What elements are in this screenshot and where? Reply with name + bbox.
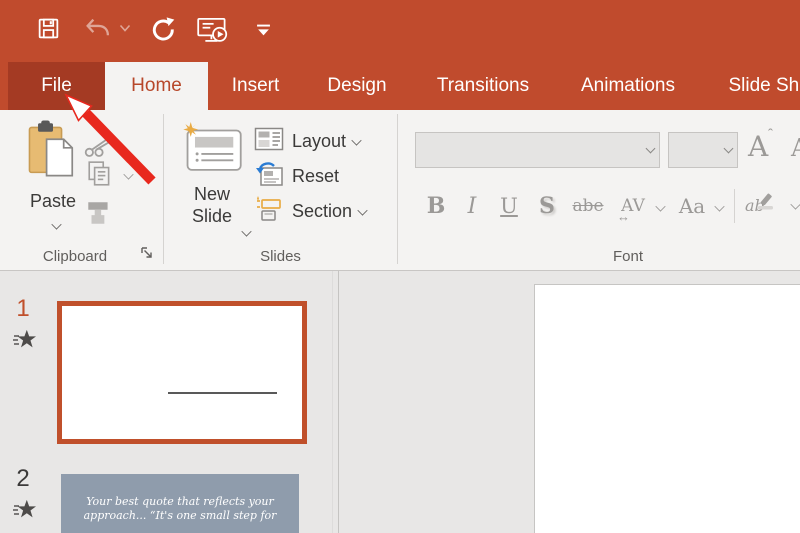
font-row-divider bbox=[734, 189, 735, 223]
slide-1-animation-star-icon bbox=[13, 329, 37, 356]
group-divider bbox=[163, 114, 164, 264]
strikethrough-button[interactable]: abe bbox=[566, 196, 610, 216]
copy-dropdown-icon[interactable] bbox=[123, 169, 134, 180]
layout-button[interactable]: Layout bbox=[254, 126, 362, 157]
tab-file[interactable]: File bbox=[8, 62, 105, 110]
group-divider bbox=[397, 114, 398, 264]
slide-2-preview-text: Your best quote that reflects your appro… bbox=[83, 495, 277, 522]
bold-button[interactable]: B bbox=[418, 193, 454, 219]
clipboard-dialog-launcher-icon[interactable] bbox=[140, 246, 154, 260]
workspace: 1 2 Your best quote that reflects your a… bbox=[0, 271, 800, 533]
ribbon-tab-bar: File Home Insert Design Transitions Anim… bbox=[0, 62, 800, 110]
tab-slide-show[interactable]: Slide Show bbox=[701, 62, 800, 110]
font-group-label: Font bbox=[612, 248, 643, 265]
font-name-dropdown-icon[interactable] bbox=[641, 133, 659, 167]
clipboard-group-label: Clipboard bbox=[42, 248, 108, 265]
slide-2-thumbnail[interactable]: Your best quote that reflects your appro… bbox=[61, 474, 299, 533]
increase-font-size-button[interactable]: A ˆ bbox=[748, 126, 773, 163]
save-icon[interactable] bbox=[36, 16, 61, 41]
tab-design[interactable]: Design bbox=[303, 62, 411, 110]
slide-thumbnail-panel[interactable]: 1 2 Your best quote that reflects your a… bbox=[0, 271, 339, 533]
format-painter-icon[interactable] bbox=[84, 200, 114, 226]
undo-icon[interactable] bbox=[84, 16, 111, 40]
character-spacing-button[interactable]: AV ↔ bbox=[610, 196, 656, 224]
redo-icon[interactable] bbox=[150, 16, 177, 44]
new-slide-icon bbox=[179, 122, 245, 176]
font-format-row: B I U S abe AV ↔ Aa ab bbox=[418, 186, 800, 226]
tab-insert[interactable]: Insert bbox=[208, 62, 303, 110]
title-bar bbox=[0, 0, 800, 62]
paste-dropdown-icon[interactable] bbox=[50, 219, 62, 230]
italic-button[interactable]: I bbox=[454, 194, 490, 219]
new-slide-dropdown-icon[interactable] bbox=[241, 226, 252, 237]
tab-transitions[interactable]: Transitions bbox=[411, 62, 555, 110]
panel-divider bbox=[338, 271, 339, 533]
section-label: Section bbox=[292, 201, 353, 221]
undo-dropdown-icon[interactable] bbox=[119, 24, 131, 33]
slide-1-thumbnail[interactable] bbox=[57, 301, 307, 444]
powerpoint-window: File Home Insert Design Transitions Anim… bbox=[0, 0, 800, 533]
reset-button[interactable]: Reset bbox=[254, 160, 339, 193]
highlight-dropdown-icon[interactable] bbox=[790, 199, 800, 210]
new-slide-label: New Slide bbox=[191, 184, 233, 226]
change-case-button[interactable]: Aa bbox=[669, 194, 715, 218]
paste-clipboard-icon bbox=[25, 120, 81, 186]
slide-2-number: 2 bbox=[16, 465, 30, 492]
highlight-color-button[interactable]: ab bbox=[745, 193, 785, 216]
start-slideshow-icon[interactable] bbox=[196, 16, 229, 46]
reset-icon bbox=[254, 160, 284, 193]
paste-label: Paste bbox=[29, 191, 77, 211]
character-spacing-dropdown-icon[interactable] bbox=[655, 200, 666, 212]
section-icon bbox=[254, 194, 284, 229]
ribbon-home: Paste Clipboard New Slide Layout Reset S… bbox=[0, 110, 800, 271]
tab-home[interactable]: Home bbox=[105, 62, 208, 110]
cut-icon[interactable] bbox=[84, 136, 114, 158]
customize-qat-icon[interactable] bbox=[256, 24, 271, 37]
font-size-select[interactable] bbox=[668, 132, 738, 168]
slide-1-content-line bbox=[168, 392, 277, 394]
slide-canvas[interactable] bbox=[534, 284, 800, 533]
layout-dropdown-icon[interactable] bbox=[351, 134, 362, 146]
text-shadow-button[interactable]: S bbox=[528, 193, 566, 219]
layout-icon bbox=[254, 126, 284, 157]
slides-group-label: Slides bbox=[260, 248, 301, 265]
decrease-font-size-button[interactable]: A bbox=[791, 134, 800, 162]
copy-icon[interactable] bbox=[86, 160, 114, 188]
slide-1-number: 1 bbox=[16, 295, 30, 322]
font-size-dropdown-icon[interactable] bbox=[719, 133, 737, 167]
panel-scroll-lane bbox=[332, 271, 333, 533]
slide-2-animation-star-icon bbox=[13, 499, 37, 526]
tab-animations[interactable]: Animations bbox=[555, 62, 701, 110]
underline-button[interactable]: U bbox=[490, 194, 528, 218]
font-name-select[interactable] bbox=[415, 132, 660, 168]
layout-label: Layout bbox=[292, 131, 347, 151]
new-slide-button[interactable]: New Slide bbox=[170, 122, 254, 248]
section-button[interactable]: Section bbox=[254, 194, 368, 229]
section-dropdown-icon[interactable] bbox=[357, 204, 368, 216]
change-case-dropdown-icon[interactable] bbox=[714, 200, 725, 212]
reset-label: Reset bbox=[292, 166, 340, 186]
paste-button[interactable]: Paste bbox=[18, 120, 88, 238]
